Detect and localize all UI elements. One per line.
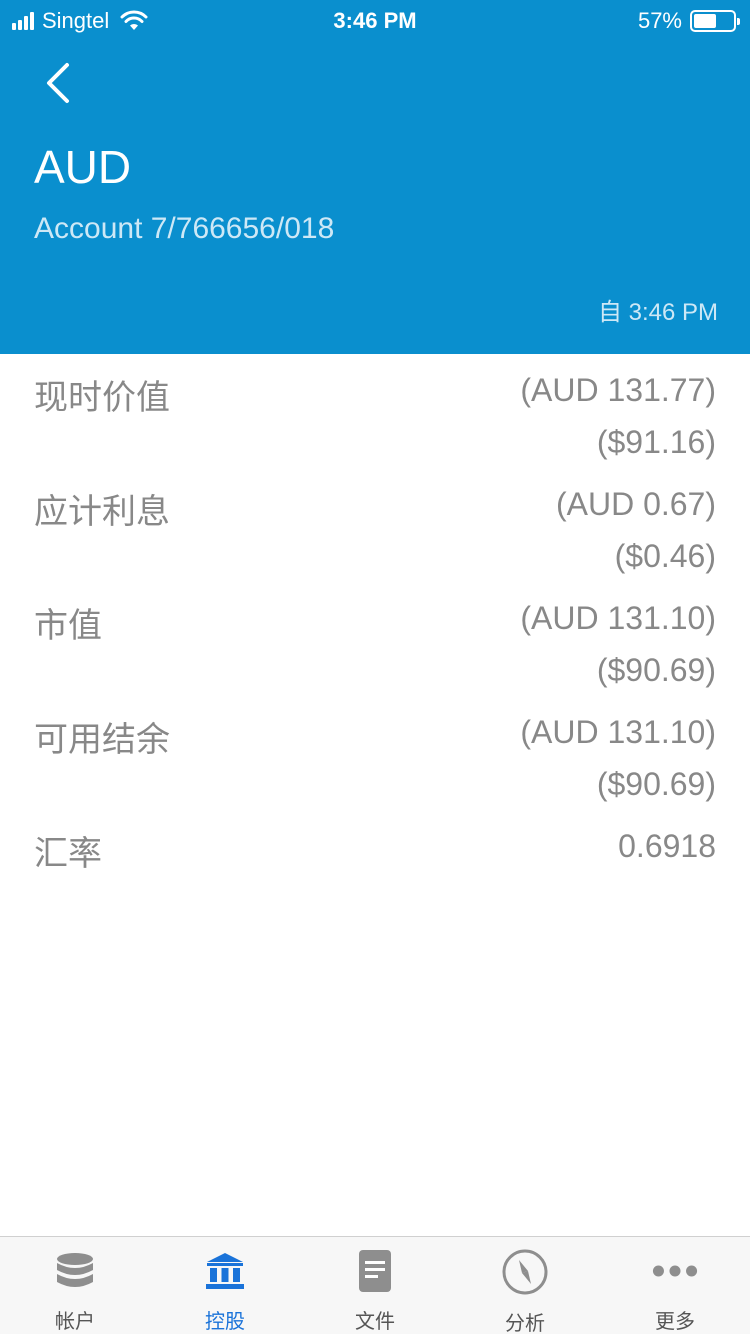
- tab-label: 文件: [355, 1311, 395, 1333]
- database-icon: [52, 1249, 98, 1293]
- back-button[interactable]: [32, 58, 82, 108]
- tab-analysis[interactable]: 分析: [450, 1237, 600, 1334]
- row-current-value: 现时价值 (AUD 131.77) ($91.16): [0, 354, 750, 468]
- battery-icon: [690, 10, 740, 32]
- tab-accounts[interactable]: 帐户: [0, 1237, 150, 1334]
- page-title: AUD: [34, 141, 132, 193]
- row-value-local: (AUD 131.77): [520, 372, 716, 408]
- bank-icon: [202, 1249, 248, 1293]
- more-dots-icon: [652, 1249, 698, 1293]
- row-value-base: ($0.46): [614, 538, 716, 574]
- compass-icon: [502, 1249, 548, 1295]
- row-value-local: (AUD 131.10): [520, 600, 716, 636]
- account-number: Account 7/766656/018: [34, 212, 335, 245]
- document-icon: [352, 1249, 398, 1293]
- row-exchange-rate: 汇率 0.6918: [0, 810, 750, 875]
- tab-label: 分析: [505, 1313, 545, 1334]
- row-label: 应计利息: [34, 493, 170, 531]
- value-list: 现时价值 (AUD 131.77) ($91.16) 应计利息 (AUD 0.6…: [0, 354, 750, 875]
- row-label: 市值: [34, 607, 102, 645]
- row-value-base: ($90.69): [596, 652, 716, 688]
- battery-percent: 57%: [637, 8, 682, 33]
- row-accrued-interest: 应计利息 (AUD 0.67) ($0.46): [0, 468, 750, 582]
- tab-documents[interactable]: 文件: [300, 1237, 450, 1334]
- battery-level: [694, 14, 716, 28]
- row-value-local: (AUD 0.67): [555, 486, 716, 522]
- row-label: 可用结余: [34, 721, 170, 759]
- row-value-base: ($90.69): [596, 766, 716, 802]
- header: Singtel 3:46 PM 57% AUD Account 7/766656…: [0, 0, 750, 354]
- row-label: 现时价值: [34, 379, 170, 417]
- status-bar: Singtel 3:46 PM 57%: [0, 0, 750, 40]
- updated-time: 自 3:46 PM: [597, 299, 718, 326]
- row-value-local: (AUD 131.10): [520, 714, 716, 750]
- row-available-balance: 可用结余 (AUD 131.10) ($90.69): [0, 696, 750, 810]
- chevron-left-icon: [47, 63, 69, 103]
- tab-label: 帐户: [55, 1311, 95, 1333]
- tab-more[interactable]: 更多: [600, 1237, 750, 1334]
- row-label: 汇率: [34, 835, 102, 873]
- tab-label: 更多: [655, 1311, 695, 1333]
- row-value-base: ($91.16): [596, 424, 716, 460]
- tab-label: 控股: [205, 1311, 245, 1333]
- tab-bar: 帐户 控股 文件 分析 更多: [0, 1236, 750, 1334]
- row-value-local: 0.6918: [618, 828, 716, 864]
- row-market-value: 市值 (AUD 131.10) ($90.69): [0, 582, 750, 696]
- tab-holdings[interactable]: 控股: [150, 1237, 300, 1334]
